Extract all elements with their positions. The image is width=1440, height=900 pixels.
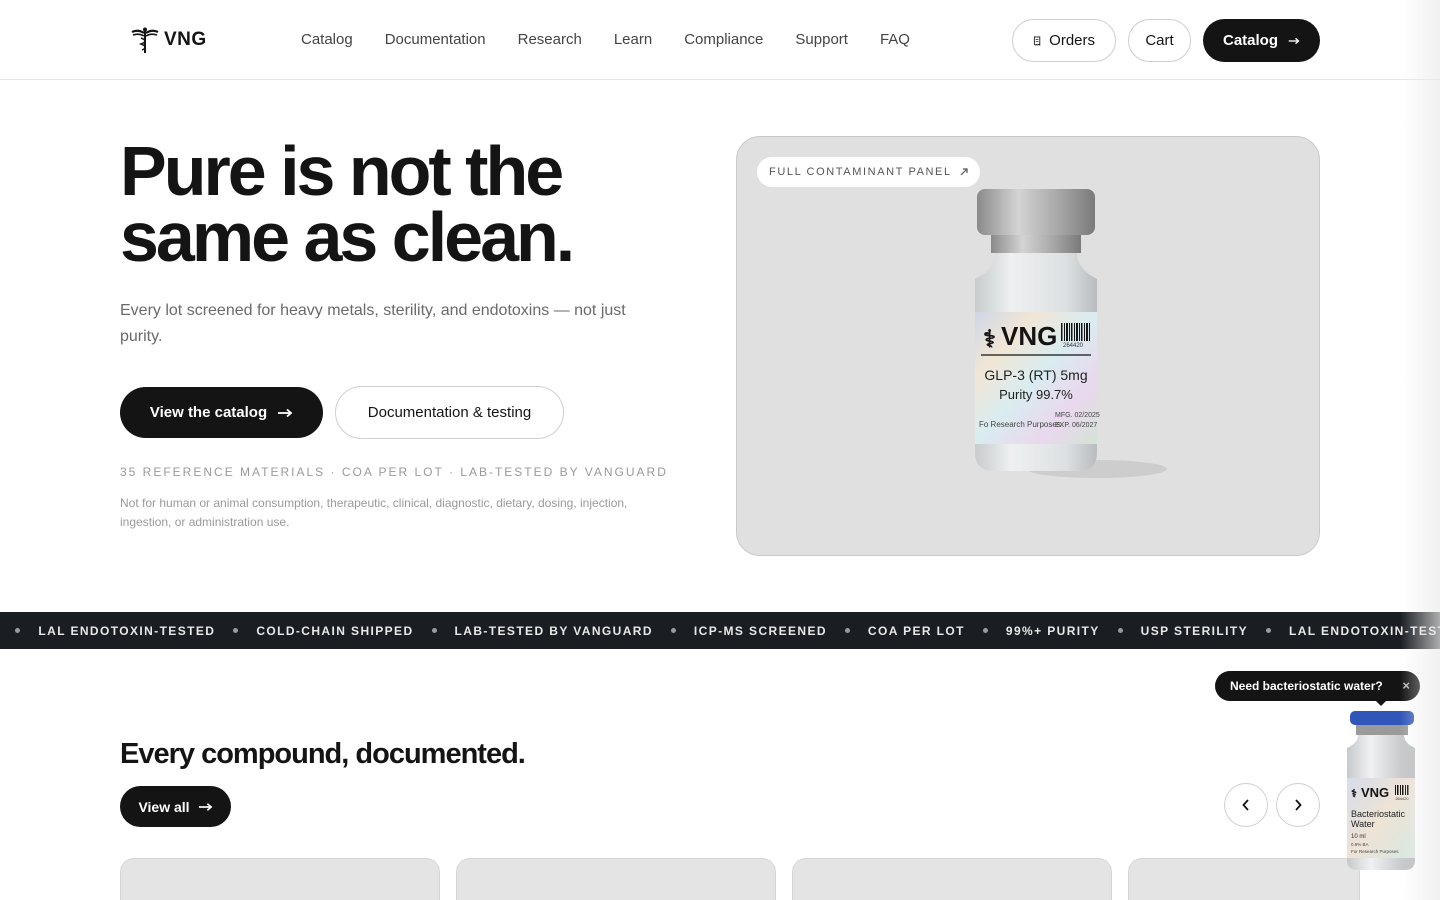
svg-text:VNG: VNG <box>1361 785 1389 800</box>
svg-text:Bacteriostatic: Bacteriostatic <box>1351 809 1406 819</box>
product-card[interactable] <box>792 858 1112 900</box>
svg-text:For Research Purposes: For Research Purposes <box>1351 849 1399 854</box>
close-icon[interactable]: × <box>1402 678 1410 693</box>
catalog-label: Catalog <box>1223 32 1279 49</box>
svg-text:10 ml: 10 ml <box>1351 834 1366 840</box>
ticker-separator <box>15 628 21 633</box>
svg-text:264420: 264420 <box>1063 343 1084 349</box>
svg-text:⚕: ⚕ <box>1351 788 1357 800</box>
contaminant-panel-label: FULL CONTAMINANT PANEL <box>769 166 952 178</box>
documentation-testing-button[interactable]: Documentation & testing <box>335 386 564 439</box>
svg-text:Fo Research Purposes: Fo Research Purposes <box>979 420 1061 429</box>
ticker-item: COLD-CHAIN SHIPPED <box>256 623 414 638</box>
nav-catalog[interactable]: Catalog <box>301 31 353 48</box>
carousel-prev-button[interactable] <box>1224 783 1268 827</box>
ticker-item: USP STERILITY <box>1140 623 1248 638</box>
feature-ticker: YLAL ENDOTOXIN-TESTEDCOLD-CHAIN SHIPPEDL… <box>0 612 1440 649</box>
ticker-separator <box>1265 628 1271 633</box>
svg-text:GLP-3 (RT) 5mg: GLP-3 (RT) 5mg <box>984 367 1087 383</box>
carousel-next-button[interactable] <box>1276 783 1320 827</box>
ticker-item: LAB-TESTED BY VANGUARD <box>454 623 653 638</box>
product-card[interactable] <box>456 858 776 900</box>
svg-text:VNG: VNG <box>1001 321 1057 351</box>
ticker-item: ICP-MS SCREENED <box>693 623 827 638</box>
orders-label: Orders <box>1049 32 1095 49</box>
nav-support[interactable]: Support <box>795 31 848 48</box>
ticker-separator <box>233 628 239 633</box>
product-card[interactable] <box>120 858 440 900</box>
hero-subtitle: Every lot screened for heavy metals, ste… <box>120 302 626 345</box>
product-card[interactable] <box>1128 858 1360 900</box>
nav-faq[interactable]: FAQ <box>880 31 910 48</box>
cart-label: Cart <box>1145 32 1174 49</box>
view-all-label: View all <box>138 798 190 815</box>
ticker-item: LAL ENDOTOXIN-TESTED <box>38 623 216 638</box>
cart-button[interactable]: Cart <box>1128 19 1191 62</box>
tooltip-text: Need bacteriostatic water? <box>1230 679 1383 693</box>
site-header: VNG Catalog Documentation Research Learn… <box>0 0 1440 80</box>
chevron-right-icon <box>1295 799 1302 811</box>
view-catalog-label: View the catalog <box>149 404 268 421</box>
chevron-left-icon <box>1242 799 1249 811</box>
bacteriostatic-water-tooltip[interactable]: Need bacteriostatic water? × <box>1215 671 1420 701</box>
section-title: Every compound, documented. <box>120 738 526 770</box>
catalog-button[interactable]: Catalog <box>1203 19 1320 62</box>
documentation-testing-label: Documentation & testing <box>367 404 532 421</box>
hero-meta: 35 REFERENCE MATERIALS · COA PER LOT · L… <box>120 465 668 479</box>
ticker-separator <box>431 628 437 633</box>
nav-learn[interactable]: Learn <box>614 31 652 48</box>
view-catalog-button[interactable]: View the catalog <box>120 387 323 438</box>
product-vial-image: ⚕ VNG 264420 GLP-3 (RT) 5mg Purity 99.7%… <box>967 187 1177 492</box>
svg-text:264420: 264420 <box>1395 796 1409 801</box>
main-nav: Catalog Documentation Research Learn Com… <box>301 31 910 48</box>
bacteriostatic-water-vial[interactable]: ⚕ VNG 264420 Bacteriostatic Water 10 ml … <box>1342 708 1420 881</box>
arrow-right-icon <box>198 802 212 811</box>
caduceus-icon <box>131 27 159 53</box>
view-all-button[interactable]: View all <box>120 786 231 827</box>
arrow-right-icon <box>1288 37 1300 44</box>
nav-documentation[interactable]: Documentation <box>385 31 486 48</box>
ticker-separator <box>1117 628 1123 633</box>
ticker-separator <box>844 628 850 633</box>
contaminant-panel-chip[interactable]: FULL CONTAMINANT PANEL <box>757 157 980 187</box>
svg-text:Purity 99.7%: Purity 99.7% <box>999 387 1073 402</box>
svg-text:Water: Water <box>1351 819 1375 829</box>
hero-title: Pure is not the same as clean. <box>120 136 680 272</box>
ticker-separator <box>670 628 676 633</box>
svg-text:EXP. 06/2027: EXP. 06/2027 <box>1055 422 1097 429</box>
external-arrow-icon <box>960 168 968 176</box>
ticker-item: 99%+ PURITY <box>1005 623 1100 638</box>
logo-text: VNG <box>164 29 207 50</box>
svg-text:0.9% BA: 0.9% BA <box>1351 842 1369 847</box>
ticker-track: YLAL ENDOTOXIN-TESTEDCOLD-CHAIN SHIPPEDL… <box>0 612 1440 649</box>
ticker-item: LAL ENDOTOXIN-TESTED <box>1288 623 1440 638</box>
hero-title-line-2: same as clean. <box>120 198 575 276</box>
svg-text:⚕: ⚕ <box>983 326 996 353</box>
nav-compliance[interactable]: Compliance <box>684 31 763 48</box>
ticker-separator <box>982 628 988 633</box>
hero-product-card[interactable]: FULL CONTAMINANT PANEL ⚕ VNG 264420 GLP-… <box>736 136 1320 556</box>
logo[interactable]: VNG <box>130 26 207 54</box>
tooltip-tail <box>1374 699 1388 706</box>
header-actions: Orders Cart Catalog <box>1012 19 1320 62</box>
arrow-right-icon <box>278 408 293 417</box>
orders-button[interactable]: Orders <box>1012 19 1116 62</box>
svg-text:MFG. 02/2025: MFG. 02/2025 <box>1055 412 1100 419</box>
nav-research[interactable]: Research <box>518 31 582 48</box>
hero-disclaimer: Not for human or animal consumption, the… <box>120 496 628 529</box>
ticker-item: COA PER LOT <box>867 623 965 638</box>
receipt-icon <box>1033 35 1041 46</box>
